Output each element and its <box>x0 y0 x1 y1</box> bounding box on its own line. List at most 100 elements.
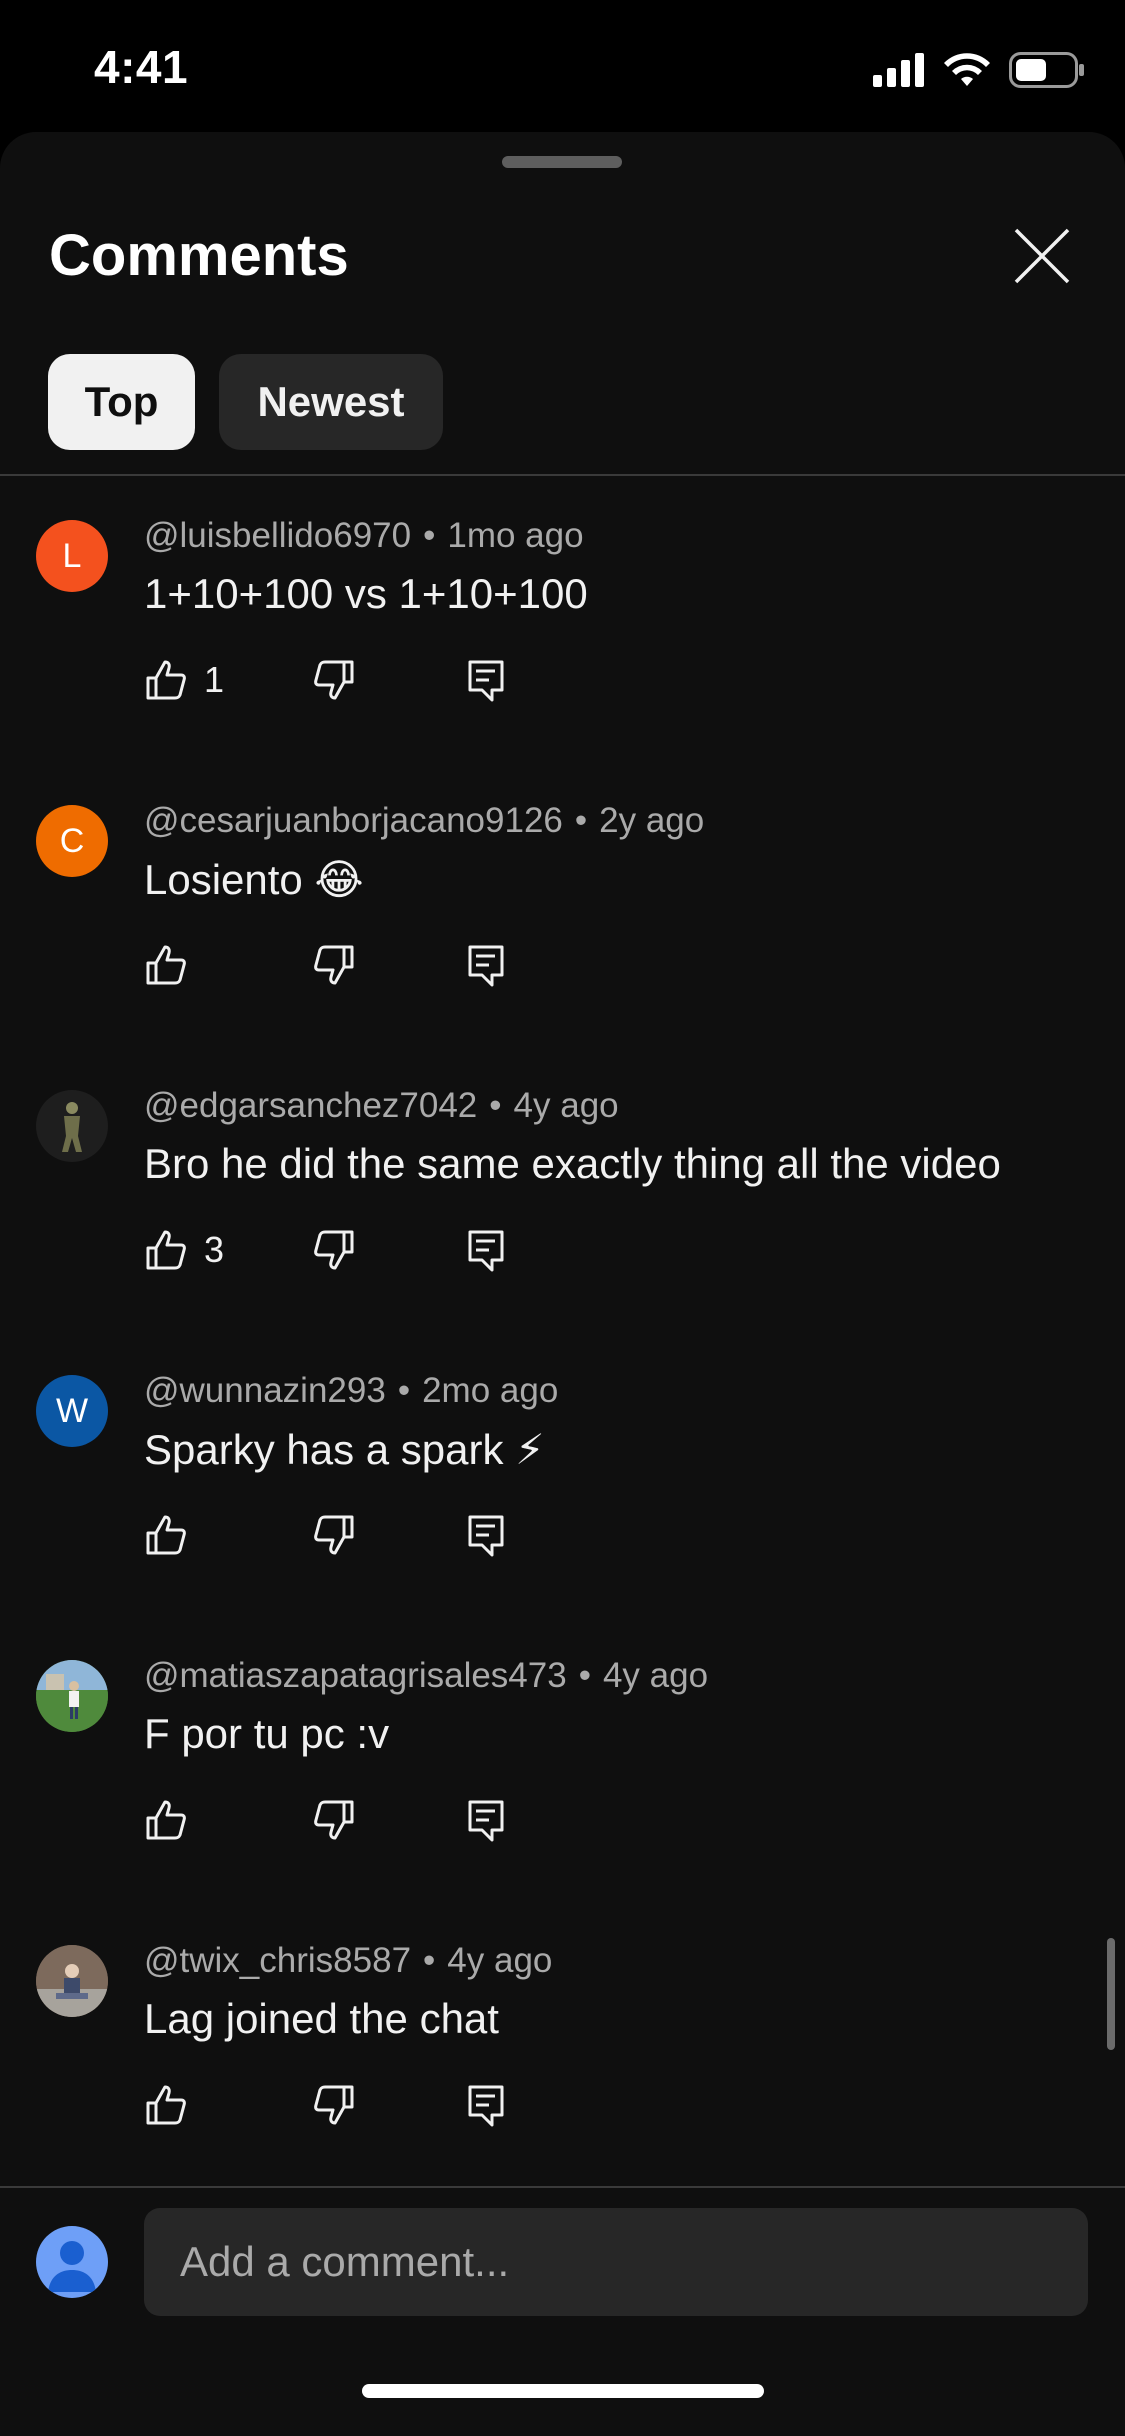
comment-text: 1+10+100 vs 1+10+100 <box>144 570 588 617</box>
comment-author[interactable]: @luisbellido6970 <box>144 516 411 555</box>
comment-item: L @luisbellido6970 • 1mo ago 1+10+100 vs 1… <box>0 474 1125 759</box>
comment-author[interactable]: @cesarjuanborjacano9126 <box>144 801 563 840</box>
comment-author[interactable]: @matiaszapatagrisales473 <box>144 1656 567 1695</box>
like-button[interactable]: 1 <box>144 652 224 708</box>
comment-text: F por tu pc :v <box>144 1710 390 1757</box>
comment-actions <box>144 1507 664 1563</box>
reply-button[interactable] <box>464 2077 508 2133</box>
comment-author[interactable]: @wunnazin293 <box>144 1371 386 1410</box>
close-icon <box>1014 228 1070 284</box>
cellular-signal-icon <box>873 53 924 87</box>
sheet-title: Comments <box>49 223 349 288</box>
wifi-icon <box>944 53 990 86</box>
tab-newest[interactable]: Newest <box>219 354 443 450</box>
avatar-letter: C <box>59 821 85 860</box>
tab-top[interactable]: Top <box>48 354 195 450</box>
comment-item: @matiaszapatagrisales473 • 4y ago F por tu… <box>0 1614 1125 1899</box>
avatar[interactable] <box>36 1945 108 2017</box>
separator-dot: • <box>423 1941 436 1980</box>
thumbs-up-icon <box>146 945 186 985</box>
thumbs-up-icon <box>146 660 186 700</box>
separator-dot: • <box>423 516 436 555</box>
reply-icon <box>468 1230 504 1272</box>
comment-actions <box>144 1792 664 1848</box>
comment-actions <box>144 2077 664 2133</box>
comment-age: 4y ago <box>513 1086 619 1125</box>
avatar-photo-icon <box>36 1660 108 1732</box>
comment-item: @twix_chris8587 • 4y ago Lag joined the ch… <box>0 1899 1125 2184</box>
avatar-letter: W <box>55 1391 89 1430</box>
comment-text: Sparky has a spark ⚡ <box>144 1426 545 1473</box>
dislike-button[interactable] <box>312 1222 356 1278</box>
comment-meta: @wunnazin293 • 2mo ago <box>144 1371 558 1411</box>
thumbs-down-icon <box>314 945 354 985</box>
reply-button[interactable] <box>464 1792 508 1848</box>
status-icons <box>873 50 1085 90</box>
thumbs-down-icon <box>314 1800 354 1840</box>
comment-actions: 3 <box>144 1222 664 1278</box>
avatar-figure-icon <box>62 1102 82 1152</box>
thumbs-down-icon <box>314 660 354 700</box>
avatar[interactable] <box>36 1090 108 1162</box>
dislike-button[interactable] <box>312 652 356 708</box>
reply-button[interactable] <box>464 1222 508 1278</box>
comment-meta: @luisbellido6970 • 1mo ago <box>144 516 584 556</box>
reply-button[interactable] <box>464 652 508 708</box>
dislike-button[interactable] <box>312 2077 356 2133</box>
thumbs-up-icon <box>146 1230 186 1270</box>
comment-age: 4y ago <box>447 1941 553 1980</box>
drag-handle[interactable] <box>502 156 622 168</box>
like-button[interactable]: 3 <box>144 1222 224 1278</box>
thumbs-up-icon <box>146 2085 186 2125</box>
comment-item: W @wunnazin293 • 2mo ago Sparky has a spar… <box>0 1329 1125 1614</box>
reply-icon <box>468 945 504 987</box>
separator-dot: • <box>574 801 588 840</box>
reply-button[interactable] <box>464 937 508 993</box>
reply-icon <box>468 1800 504 1842</box>
comment-text: Losiento 😂 <box>144 856 364 903</box>
thumbs-up-icon <box>146 1800 186 1840</box>
like-button[interactable] <box>144 1507 204 1563</box>
comment-age: 1mo ago <box>447 516 584 555</box>
thumbs-down-icon <box>314 1515 354 1555</box>
battery-icon <box>1009 52 1084 88</box>
dislike-button[interactable] <box>312 937 356 993</box>
like-button[interactable] <box>144 937 204 993</box>
comment-age: 4y ago <box>602 1656 709 1695</box>
add-comment-input[interactable] <box>144 2208 1088 2316</box>
comment-age: 2y ago <box>599 801 705 840</box>
comment-meta: @twix_chris8587 • 4y ago <box>144 1941 552 1981</box>
separator-dot: • <box>578 1656 591 1695</box>
comment-meta: @edgarsanchez7042 • 4y ago <box>144 1086 619 1126</box>
comment-text: Bro he did the same exactly thing all th… <box>144 1140 1001 1187</box>
like-button[interactable] <box>144 2077 204 2133</box>
home-indicator <box>362 2384 764 2398</box>
comment-author[interactable]: @twix_chris8587 <box>144 1941 411 1980</box>
comment-text: Lag joined the chat <box>144 1995 499 2042</box>
dislike-button[interactable] <box>312 1792 356 1848</box>
avatar-letter: L <box>62 536 82 575</box>
comment-author[interactable]: @edgarsanchez7042 <box>144 1086 477 1125</box>
thumbs-down-icon <box>314 1230 354 1270</box>
status-time: 4:41 <box>94 41 189 93</box>
scrollbar[interactable] <box>1107 1938 1115 2050</box>
comment-composer <box>0 2186 1125 2436</box>
dislike-button[interactable] <box>312 1507 356 1563</box>
avatar[interactable]: C <box>36 805 108 877</box>
like-count: 1 <box>204 659 225 700</box>
reply-icon <box>468 1515 504 1557</box>
close-button[interactable] <box>1010 224 1074 288</box>
avatar[interactable]: L <box>36 520 108 592</box>
reply-button[interactable] <box>464 1507 508 1563</box>
avatar[interactable] <box>36 1660 108 1732</box>
composer-divider <box>0 2186 1125 2188</box>
reply-icon <box>468 660 504 702</box>
like-button[interactable] <box>144 1792 204 1848</box>
status-bar: 4:41 <box>0 0 1125 132</box>
thumbs-up-icon <box>146 1515 186 1555</box>
person-icon <box>48 2241 96 2292</box>
avatar[interactable]: W <box>36 1375 108 1447</box>
thumbs-down-icon <box>314 2085 354 2125</box>
comment-meta: @cesarjuanborjacano9126 • 2y ago <box>144 801 704 841</box>
reply-icon <box>468 2085 504 2127</box>
